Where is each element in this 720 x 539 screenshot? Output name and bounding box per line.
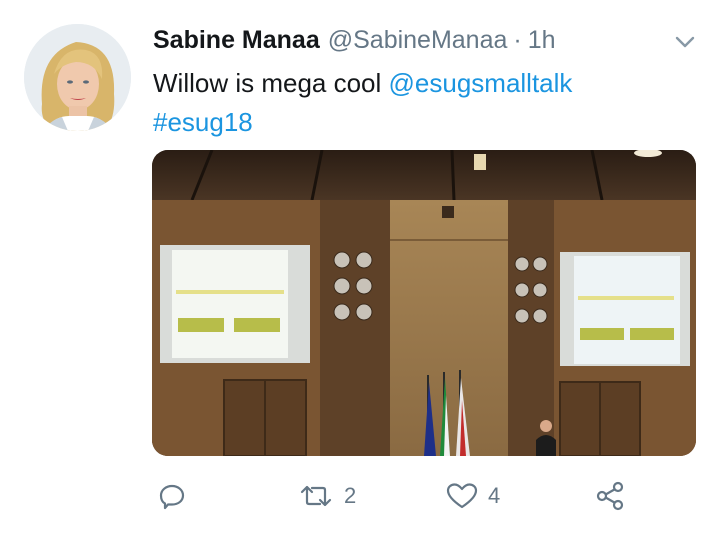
hashtag-link[interactable]: #esug18 xyxy=(153,107,253,137)
tweet-menu-button[interactable] xyxy=(672,32,698,52)
tweet-actions: 2 4 xyxy=(0,476,720,520)
retweet-icon xyxy=(300,485,332,507)
retweet-button[interactable]: 2 xyxy=(298,476,356,516)
like-count: 4 xyxy=(488,483,501,508)
timestamp[interactable]: 1h xyxy=(528,26,556,55)
share-button[interactable] xyxy=(594,476,626,516)
separator-dot: · xyxy=(513,26,522,54)
tweet-header: Sabine Manaa @SabineManaa · 1h xyxy=(153,26,556,56)
like-button[interactable]: 4 xyxy=(446,476,500,516)
user-handle[interactable]: @SabineManaa xyxy=(328,26,508,55)
like-icon xyxy=(446,483,478,509)
reply-icon xyxy=(159,484,185,510)
retweet-count: 2 xyxy=(344,483,357,508)
avatar[interactable] xyxy=(24,24,131,131)
avatar-image xyxy=(24,24,131,131)
tweet-text: Willow is mega cool @esugsmalltalk #esug… xyxy=(153,64,693,142)
mention-link[interactable]: @esugsmalltalk xyxy=(389,68,573,98)
reply-button[interactable] xyxy=(158,476,196,516)
chevron-down-icon xyxy=(675,36,695,48)
share-icon xyxy=(596,481,624,511)
conference-photo xyxy=(152,150,696,456)
tweet-photo[interactable] xyxy=(152,150,696,456)
display-name[interactable]: Sabine Manaa xyxy=(153,26,320,55)
tweet-text-plain: Willow is mega cool xyxy=(153,68,389,98)
